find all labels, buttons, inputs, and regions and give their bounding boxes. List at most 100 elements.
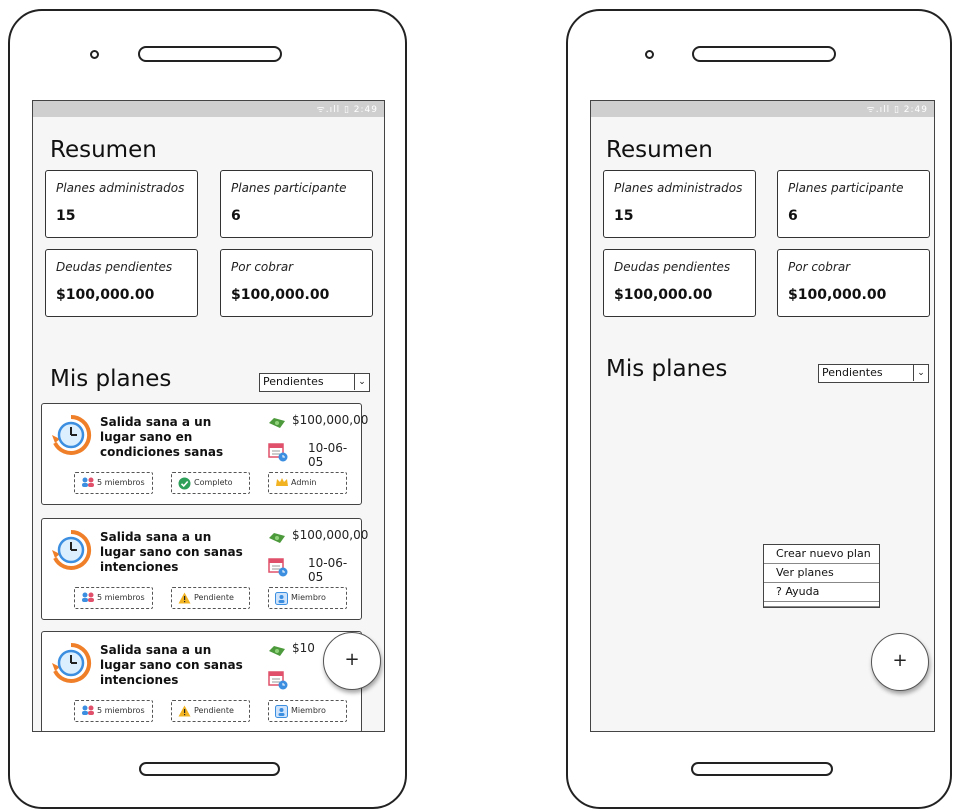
- stat-card-receivables[interactable]: Por cobrar $100,000.00: [777, 249, 930, 317]
- stat-value: 15: [614, 208, 634, 224]
- fab-menu: Crear nuevo plan Ver planes ? Ayuda: [763, 544, 880, 608]
- stat-label: Planes participante: [788, 181, 904, 195]
- stat-value: 6: [788, 208, 798, 224]
- menu-divider: [764, 602, 879, 607]
- plans-filter-select[interactable]: Pendientes ⌄: [818, 364, 929, 383]
- tag-text: 5 miembros: [97, 478, 145, 487]
- status-tag: Pendiente: [171, 700, 250, 722]
- menu-item-create-plan[interactable]: Crear nuevo plan: [764, 545, 879, 564]
- status-icons: ᯤ.ıll ▯ 2:49: [866, 105, 928, 115]
- stat-label: Por cobrar: [788, 260, 851, 274]
- member-icon: [275, 705, 288, 718]
- stat-card-participant-plans[interactable]: Planes participante 6: [220, 170, 373, 238]
- summary-title: Resumen: [606, 137, 713, 163]
- stat-value: $100,000.00: [614, 287, 713, 303]
- home-bar[interactable]: [139, 762, 280, 776]
- check-icon: [178, 477, 191, 490]
- app-screen: ᯤ.ıll ▯ 2:49 Resumen Planes administrado…: [32, 100, 385, 732]
- calendar-icon: [268, 443, 288, 462]
- money-icon: [269, 646, 285, 656]
- plan-card[interactable]: Salida sana a un lugar sano con sanas in…: [41, 518, 369, 620]
- add-plan-button[interactable]: +: [323, 632, 381, 690]
- users-icon: [82, 705, 94, 715]
- filter-selected-value: Pendientes: [822, 366, 883, 379]
- stat-card-pending-debts[interactable]: Deudas pendientes $100,000.00: [603, 249, 756, 317]
- plan-title: Salida sana a un lugar sano con sanas in…: [100, 643, 243, 687]
- stat-value: $100,000.00: [231, 287, 330, 303]
- camera-dot: [645, 50, 654, 59]
- plan-date: 10-06-05: [308, 441, 348, 469]
- plan-date: 10-06-05: [308, 556, 348, 584]
- stat-value: 15: [56, 208, 76, 224]
- warning-icon: [178, 592, 191, 604]
- users-icon: [82, 477, 94, 487]
- stat-value: 6: [231, 208, 241, 224]
- tag-text: Miembro: [291, 593, 326, 602]
- status-tag: Completo: [171, 472, 250, 494]
- camera-dot: [90, 50, 99, 59]
- calendar-icon: [268, 558, 288, 577]
- plan-title: Salida sana a un lugar sano en condicion…: [100, 415, 224, 459]
- stat-label: Planes administrados: [56, 181, 185, 195]
- tag-text: Admin: [291, 478, 317, 487]
- filter-selected-value: Pendientes: [263, 375, 324, 388]
- menu-item-view-plans[interactable]: Ver planes: [764, 564, 879, 583]
- speaker-bar: [692, 46, 836, 62]
- tag-text: 5 miembros: [97, 706, 145, 715]
- chevron-down-icon: ⌄: [913, 365, 928, 381]
- stat-card-managed-plans[interactable]: Planes administrados 15: [45, 170, 198, 238]
- stat-label: Planes administrados: [614, 181, 743, 195]
- calendar-icon: [268, 671, 288, 690]
- member-icon: [275, 592, 288, 605]
- status-icons: ᯤ.ıll ▯ 2:49: [316, 105, 378, 115]
- stat-label: Planes participante: [231, 181, 347, 195]
- tag-text: Pendiente: [194, 593, 234, 602]
- stat-label: Deudas pendientes: [56, 260, 173, 274]
- tag-text: Miembro: [291, 706, 326, 715]
- stat-label: Deudas pendientes: [614, 260, 731, 274]
- plan-amount: $100,000,00: [292, 528, 369, 542]
- status-bar: ᯤ.ıll ▯ 2:49: [591, 101, 934, 117]
- crown-icon: [276, 478, 288, 486]
- speaker-bar: [138, 46, 282, 62]
- phone-frame-right: ᯤ.ıll ▯ 2:49 Resumen Planes administrado…: [566, 9, 952, 809]
- plan-title: Salida sana a un lugar sano con sanas in…: [100, 530, 243, 574]
- app-screen: ᯤ.ıll ▯ 2:49 Resumen Planes administrado…: [590, 100, 935, 732]
- stat-value: $100,000.00: [56, 287, 155, 303]
- plan-card[interactable]: Salida sana a un lugar sano con sanas in…: [41, 631, 362, 731]
- plans-filter-select[interactable]: Pendientes ⌄: [259, 373, 370, 392]
- stat-card-pending-debts[interactable]: Deudas pendientes $100,000.00: [45, 249, 198, 317]
- status-tag: Pendiente: [171, 587, 250, 609]
- tag-text: Completo: [194, 478, 233, 487]
- plans-title: Mis planes: [50, 366, 172, 392]
- home-bar[interactable]: [691, 762, 833, 776]
- menu-item-help[interactable]: ? Ayuda: [764, 583, 879, 602]
- clock-icon: [52, 529, 92, 570]
- status-bar: ᯤ.ıll ▯ 2:49: [33, 101, 384, 117]
- stat-label: Por cobrar: [231, 260, 294, 274]
- stat-card-participant-plans[interactable]: Planes participante 6: [777, 170, 930, 238]
- stat-card-receivables[interactable]: Por cobrar $100,000.00: [220, 249, 373, 317]
- role-tag: Admin: [268, 472, 347, 494]
- stat-card-managed-plans[interactable]: Planes administrados 15: [603, 170, 756, 238]
- money-icon: [269, 418, 285, 428]
- members-tag: 5 miembros: [74, 700, 153, 722]
- tag-text: 5 miembros: [97, 593, 145, 602]
- role-tag: Miembro: [268, 587, 347, 609]
- money-icon: [269, 533, 285, 543]
- phone-frame-left: ᯤ.ıll ▯ 2:49 Resumen Planes administrado…: [8, 9, 407, 809]
- members-tag: 5 miembros: [74, 472, 153, 494]
- warning-icon: [178, 705, 191, 717]
- chevron-down-icon: ⌄: [354, 374, 369, 390]
- role-tag: Miembro: [268, 700, 347, 722]
- users-icon: [82, 592, 94, 602]
- plan-amount: $100,000,00: [292, 413, 369, 427]
- tag-text: Pendiente: [194, 706, 234, 715]
- add-plan-button[interactable]: +: [871, 633, 929, 691]
- plans-title: Mis planes: [606, 356, 728, 382]
- summary-title: Resumen: [50, 137, 157, 163]
- members-tag: 5 miembros: [74, 587, 153, 609]
- clock-icon: [52, 642, 92, 683]
- plan-card[interactable]: Salida sana a un lugar sano en condicion…: [41, 403, 369, 505]
- clock-icon: [52, 414, 92, 455]
